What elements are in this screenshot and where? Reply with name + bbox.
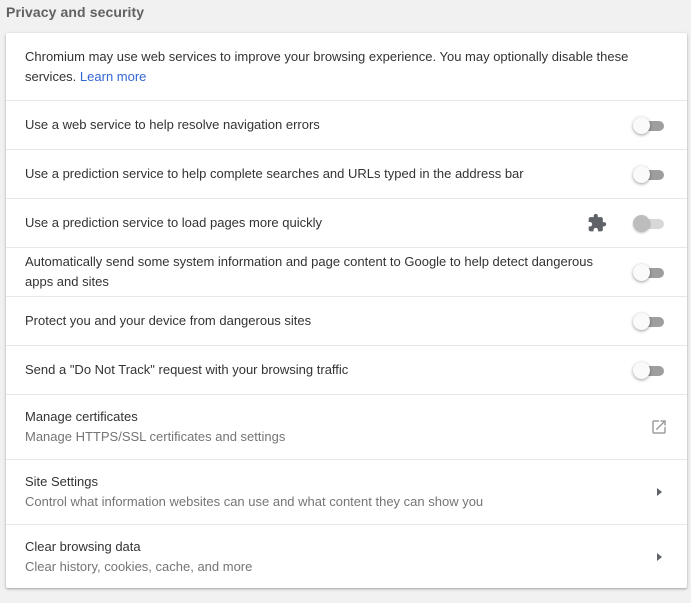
- toggle-row-navigation-errors[interactable]: Use a web service to help resolve naviga…: [6, 100, 687, 149]
- manage-certificates-row[interactable]: Manage certificates Manage HTTPS/SSL cer…: [6, 394, 687, 459]
- nav-row-subtitle: Manage HTTPS/SSL certificates and settin…: [25, 429, 286, 444]
- nav-row-subtitle: Clear history, cookies, cache, and more: [25, 559, 253, 574]
- toggle-label: Use a prediction service to help complet…: [25, 166, 524, 181]
- chevron-right-icon[interactable]: [649, 482, 669, 502]
- toggle-knob: [633, 215, 650, 232]
- learn-more-link[interactable]: Learn more: [80, 69, 146, 84]
- page-preload-toggle: [633, 213, 667, 233]
- toggle-label: Use a web service to help resolve naviga…: [25, 117, 320, 132]
- toggle-knob: [633, 362, 650, 379]
- toggle-row-safe-browsing-reports[interactable]: Automatically send some system informati…: [6, 247, 687, 296]
- toggle-row-search-prediction[interactable]: Use a prediction service to help complet…: [6, 149, 687, 198]
- open-in-new-icon[interactable]: [649, 417, 669, 437]
- nav-row-title: Manage certificates: [25, 409, 138, 424]
- extension-puzzle-icon[interactable]: [587, 213, 607, 233]
- nav-row-text: Site Settings Control what information w…: [25, 472, 649, 512]
- do-not-track-toggle[interactable]: [633, 360, 667, 380]
- toggle-knob: [633, 264, 650, 281]
- nav-row-text: Clear browsing data Clear history, cooki…: [25, 537, 649, 577]
- toggle-label: Protect you and your device from dangero…: [25, 313, 312, 328]
- safe-browsing-reports-toggle[interactable]: [633, 262, 667, 282]
- clear-browsing-data-row[interactable]: Clear browsing data Clear history, cooki…: [6, 524, 687, 588]
- privacy-card: Chromium may use web services to improve…: [6, 33, 687, 588]
- nav-row-text: Manage certificates Manage HTTPS/SSL cer…: [25, 407, 649, 447]
- nav-row-title: Clear browsing data: [25, 539, 141, 554]
- toggle-row-page-preload: Use a prediction service to load pages m…: [6, 198, 687, 247]
- chevron-right-icon[interactable]: [649, 547, 669, 567]
- nav-row-title: Site Settings: [25, 474, 98, 489]
- toggle-knob: [633, 313, 650, 330]
- toggle-row-safe-browsing[interactable]: Protect you and your device from dangero…: [6, 296, 687, 345]
- toggle-knob: [633, 117, 650, 134]
- site-settings-row[interactable]: Site Settings Control what information w…: [6, 459, 687, 524]
- section-title: Privacy and security: [6, 4, 145, 20]
- toggle-label: Use a prediction service to load pages m…: [25, 215, 322, 230]
- toggle-knob: [633, 166, 650, 183]
- toggle-label: Automatically send some system informati…: [25, 254, 594, 289]
- nav-row-subtitle: Control what information websites can us…: [25, 494, 484, 509]
- navigation-errors-toggle[interactable]: [633, 115, 667, 135]
- search-prediction-toggle[interactable]: [633, 164, 667, 184]
- intro-text: Chromium may use web services to improve…: [25, 47, 667, 87]
- intro-row: Chromium may use web services to improve…: [6, 33, 687, 100]
- toggle-row-do-not-track[interactable]: Send a "Do Not Track" request with your …: [6, 345, 687, 394]
- toggle-label: Send a "Do Not Track" request with your …: [25, 362, 349, 377]
- safe-browsing-toggle[interactable]: [633, 311, 667, 331]
